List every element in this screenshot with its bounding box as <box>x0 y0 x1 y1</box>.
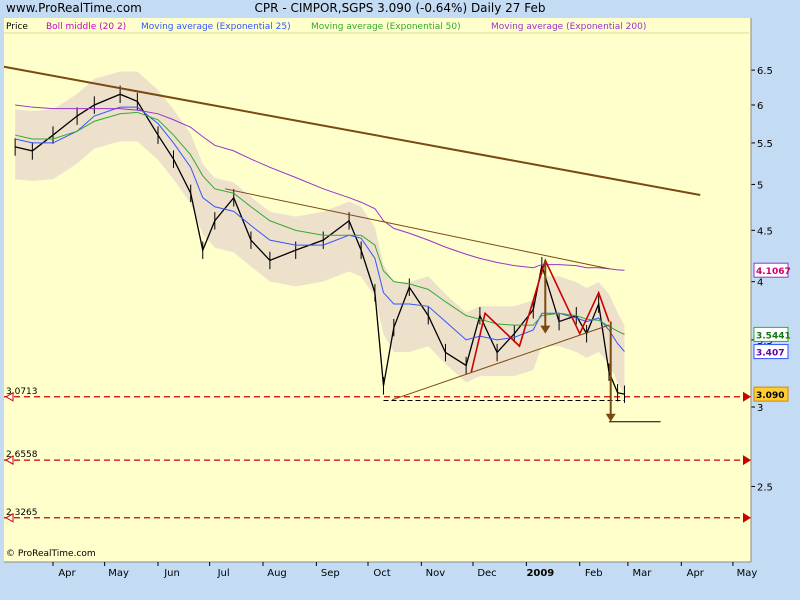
x-tick-label: Apr <box>687 568 705 579</box>
y-tick-label: 3 <box>757 403 763 414</box>
x-axis: Apr May Jun Jul Aug Sep Oct Nov Dec 2009 Feb Mar Apr… <box>4 561 758 579</box>
ema25-value-tag: 3.407 <box>756 349 784 359</box>
price-chart[interactable]: 3.07132.65582.3265 6.565.554.543.532.5 A… <box>0 0 800 600</box>
y-tick-label: 6 <box>757 101 763 112</box>
footer-copyright: © ProRealTime.com <box>6 549 96 559</box>
y-axis: 6.565.554.543.532.5 <box>750 18 773 562</box>
x-tick-label: Mar <box>632 568 652 579</box>
y-tick-label: 6.5 <box>757 66 773 77</box>
legend-item: Moving average (Exponential 50) <box>311 22 461 32</box>
y-tick-label: 4 <box>757 278 763 289</box>
x-tick-label: Feb <box>585 568 603 579</box>
x-tick-label: Nov <box>426 568 446 579</box>
x-tick-label: Sep <box>321 568 340 579</box>
legend-item: Moving average (Exponential 200) <box>491 22 646 32</box>
x-tick-label: Aug <box>267 568 287 579</box>
x-tick-label: May <box>737 568 758 579</box>
price-value-tag: 3.090 <box>756 391 784 401</box>
y-tick-label: 5.5 <box>757 139 773 150</box>
x-tick-label: Jun <box>163 568 180 579</box>
y-tick-label: 4.5 <box>757 226 773 237</box>
legend-item: Moving average (Exponential 25) <box>141 22 291 32</box>
ema200-value-tag: 4.1067 <box>756 267 791 277</box>
ema50-value-tag: 3.5441 <box>756 331 791 341</box>
x-tick-label: 2009 <box>526 568 554 579</box>
y-tick-label: 5 <box>757 180 763 191</box>
x-tick-label: Dec <box>477 568 496 579</box>
x-tick-label: Apr <box>58 568 76 579</box>
legend-item: Boll middle (20 2) <box>46 22 126 32</box>
y-tick-label: 2.5 <box>757 482 773 493</box>
x-tick-label: May <box>108 568 129 579</box>
x-tick-label: Oct <box>373 568 390 579</box>
legend-item: Price <box>6 22 28 32</box>
x-tick-label: Jul <box>217 568 230 579</box>
legend: Price Boll middle (20 2) Moving average (E… <box>4 22 751 34</box>
